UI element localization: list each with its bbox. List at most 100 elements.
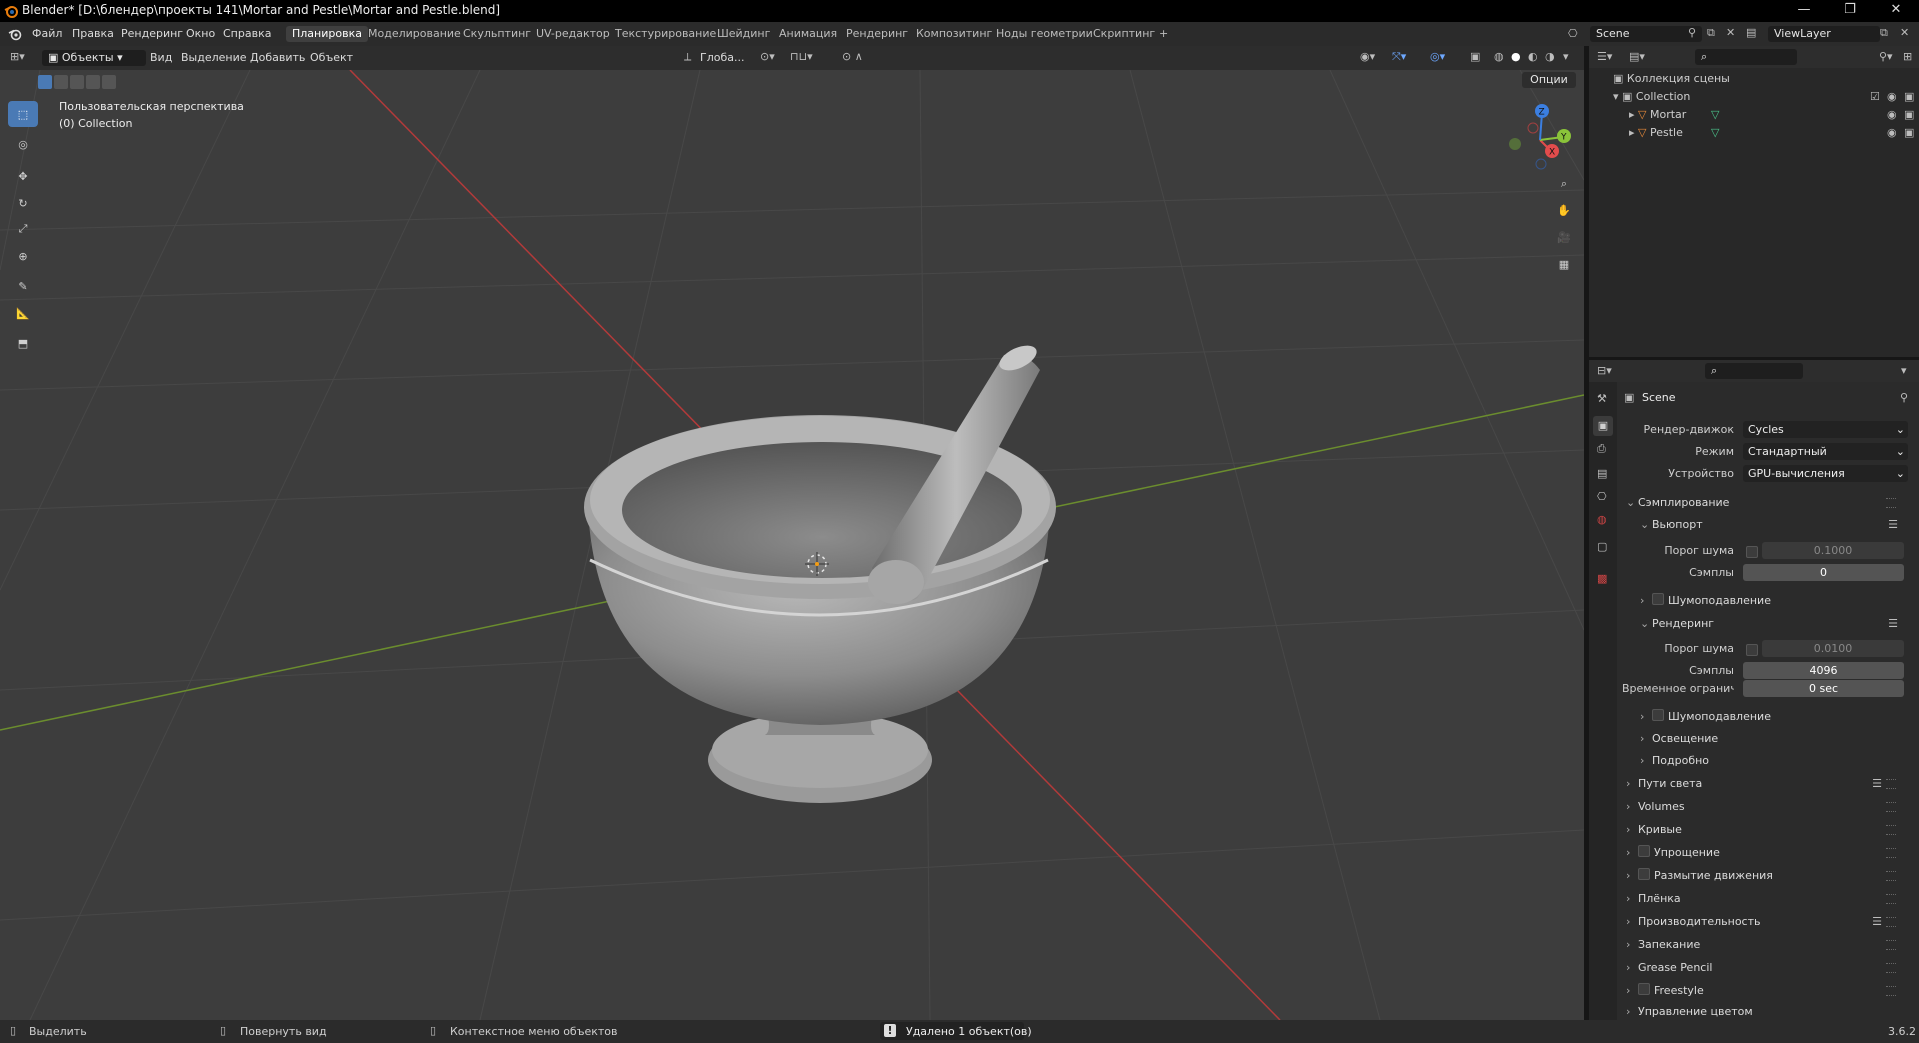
- pin-icon[interactable]: ⚲: [1688, 26, 1696, 39]
- view-layer-tab-icon[interactable]: ▤: [1597, 467, 1607, 480]
- vp-samples-field[interactable]: 0: [1743, 564, 1904, 581]
- drag-handle-icon[interactable]: [1886, 917, 1896, 927]
- subsection-vp-denoise[interactable]: › Шумоподавление: [1640, 590, 1908, 611]
- xray-icon[interactable]: ▣: [1470, 50, 1480, 63]
- exclude-checkbox-icon[interactable]: ☑: [1870, 90, 1880, 103]
- tab-shading[interactable]: Шейдинг: [711, 26, 776, 42]
- menu-view[interactable]: Вид: [150, 51, 172, 64]
- select-new-icon[interactable]: [38, 75, 52, 89]
- r-denoise-checkbox[interactable]: [1652, 709, 1664, 721]
- section-color-management[interactable]: › Управление цветом: [1626, 1003, 1908, 1020]
- add-workspace-button[interactable]: +: [1153, 26, 1174, 42]
- gizmo-icon[interactable]: ⤧▾: [1392, 50, 1406, 64]
- viewlayer-icon[interactable]: ▤: [1746, 26, 1756, 39]
- texture-tab-icon[interactable]: ▩: [1597, 572, 1607, 585]
- display-mode-icon[interactable]: ▤▾: [1629, 50, 1645, 63]
- section-sampling[interactable]: ⌄ Сэмплирование: [1626, 492, 1908, 513]
- new-scene-icon[interactable]: ⧉: [1707, 26, 1715, 40]
- subsection-render[interactable]: ⌄ Рендеринг ☰: [1640, 613, 1908, 634]
- tool-tab-icon[interactable]: ⚒: [1597, 392, 1607, 405]
- r-samples-field[interactable]: 4096: [1743, 662, 1904, 679]
- tab-modeling[interactable]: Моделирование: [362, 26, 467, 42]
- tab-layout[interactable]: Планировка: [286, 26, 368, 42]
- output-tab-icon[interactable]: ⎙: [1597, 442, 1606, 456]
- tab-compositing[interactable]: Композитинг: [910, 26, 998, 42]
- outliner-collection-row[interactable]: ▾ ▣ Collection ☑ ◉ ▣: [1613, 90, 1914, 103]
- editor-type-icon[interactable]: ⊞▾: [10, 50, 25, 63]
- transform-tool[interactable]: ⊕: [8, 243, 38, 269]
- scale-tool[interactable]: ⤢: [8, 216, 38, 242]
- collection-tab-icon[interactable]: ▢: [1597, 540, 1607, 553]
- subsection-r-denoise[interactable]: › Шумоподавление: [1640, 706, 1908, 727]
- menu-render[interactable]: Рендеринг: [121, 27, 183, 40]
- select-invert-icon[interactable]: [86, 75, 100, 89]
- properties-options-icon[interactable]: ▾: [1901, 364, 1907, 377]
- shading-dropdown-icon[interactable]: ▾: [1563, 50, 1569, 63]
- pivot-icon[interactable]: ⊙▾: [760, 50, 775, 63]
- drag-handle-icon[interactable]: [1886, 871, 1896, 881]
- scene-tab-icon[interactable]: ⎔: [1597, 490, 1607, 503]
- measure-tool[interactable]: 📐: [8, 300, 38, 326]
- select-box-tool[interactable]: ⬚: [8, 101, 38, 127]
- new-collection-icon[interactable]: ⊞: [1903, 50, 1912, 63]
- rendered-shading-icon[interactable]: ◑: [1545, 50, 1555, 63]
- scene-field[interactable]: Scene: [1590, 26, 1702, 42]
- mode-dropdown[interactable]: Стандартный ⌄: [1743, 443, 1908, 460]
- delete-scene-icon[interactable]: ✕: [1726, 26, 1735, 39]
- drag-handle-icon[interactable]: [1886, 963, 1896, 973]
- presets-list-icon[interactable]: ☰: [1888, 514, 1898, 535]
- tab-scripting[interactable]: Скриптинг: [1087, 26, 1161, 42]
- section-curves[interactable]: › Кривые: [1626, 819, 1908, 840]
- tab-uv-editor[interactable]: UV-редактор: [530, 26, 616, 42]
- drag-handle-icon[interactable]: [1886, 894, 1896, 904]
- subsection-advanced[interactable]: › Подробно: [1640, 750, 1908, 771]
- orientation-dropdown[interactable]: Глоба...: [700, 51, 744, 64]
- section-light-paths[interactable]: › Пути света ☰: [1626, 773, 1908, 794]
- solid-shading-icon[interactable]: ●: [1511, 50, 1521, 63]
- simplify-checkbox[interactable]: [1638, 845, 1650, 857]
- section-bake[interactable]: › Запекание: [1626, 934, 1908, 955]
- tab-sculpting[interactable]: Скульптинг: [457, 26, 537, 42]
- filter-icon[interactable]: ⚲▾: [1879, 50, 1893, 63]
- vp-noise-threshold-field[interactable]: 0.1000: [1762, 542, 1904, 559]
- annotate-tool[interactable]: ✎: [8, 273, 38, 299]
- scene-icon[interactable]: ⎔: [1568, 27, 1578, 40]
- render-tab-icon[interactable]: ▣: [1593, 416, 1613, 436]
- zoom-button[interactable]: ⌕: [1552, 172, 1576, 196]
- render-camera-icon[interactable]: ▣: [1904, 126, 1914, 139]
- menu-file[interactable]: Файл: [32, 27, 62, 40]
- delete-viewlayer-icon[interactable]: ✕: [1900, 26, 1909, 39]
- proportional-edit-icon[interactable]: ⊙ ∧: [842, 50, 863, 63]
- visibility-icon[interactable]: ◉▾: [1360, 50, 1375, 63]
- vp-noise-threshold-checkbox[interactable]: [1746, 546, 1758, 558]
- freestyle-checkbox[interactable]: [1638, 983, 1650, 995]
- tab-texturing[interactable]: Текстурирование: [609, 26, 722, 42]
- drag-handle-icon[interactable]: [1886, 940, 1896, 950]
- properties-editor-icon[interactable]: ⊟▾: [1597, 364, 1612, 377]
- expand-icon[interactable]: ▸: [1629, 108, 1638, 121]
- properties-search-input[interactable]: ⌕: [1705, 363, 1803, 379]
- presets-list-icon[interactable]: ☰: [1872, 773, 1882, 794]
- vp-denoise-checkbox[interactable]: [1652, 593, 1664, 605]
- presets-list-icon[interactable]: ☰: [1888, 613, 1898, 634]
- section-performance[interactable]: › Производительность ☰: [1626, 911, 1908, 932]
- eye-icon[interactable]: ◉: [1887, 126, 1897, 139]
- cursor-tool[interactable]: ◎: [8, 131, 38, 157]
- menu-select[interactable]: Выделение: [181, 51, 247, 64]
- 3d-viewport[interactable]: ⬚ ◎ ✥ ↻ ⤢ ⊕ ✎ 📐 ⬒ Пользовательская персп…: [0, 70, 1584, 1020]
- menu-add[interactable]: Добавить: [250, 51, 305, 64]
- tab-rendering[interactable]: Рендеринг: [840, 26, 914, 42]
- outliner-search-input[interactable]: ⌕: [1695, 49, 1797, 65]
- maximize-button[interactable]: ❐: [1827, 0, 1873, 22]
- eye-icon[interactable]: ◉: [1887, 108, 1897, 121]
- drag-handle-icon[interactable]: [1886, 986, 1896, 996]
- drag-handle-icon[interactable]: [1886, 779, 1896, 789]
- r-noise-threshold-field[interactable]: 0.0100: [1762, 640, 1904, 657]
- menu-object[interactable]: Объект: [310, 51, 353, 64]
- section-grease-pencil[interactable]: › Grease Pencil: [1626, 957, 1908, 978]
- ortho-toggle-button[interactable]: ▦: [1552, 252, 1576, 276]
- minimize-button[interactable]: —: [1781, 0, 1827, 22]
- device-dropdown[interactable]: GPU-вычисления ⌄: [1743, 465, 1908, 482]
- overlay-icon[interactable]: ◎▾: [1430, 50, 1445, 63]
- move-tool[interactable]: ✥: [8, 163, 38, 189]
